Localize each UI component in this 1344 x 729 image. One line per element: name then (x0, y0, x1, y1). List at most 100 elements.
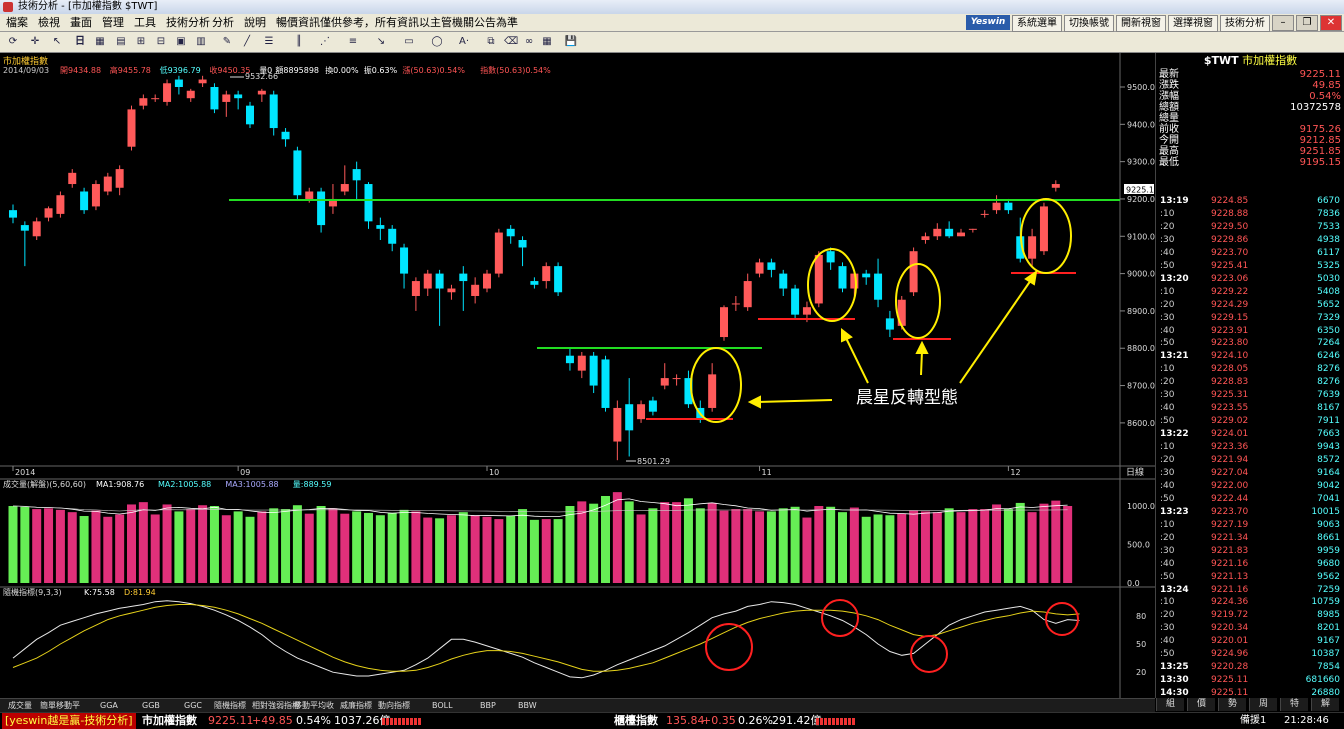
volume-bar (55, 509, 65, 583)
tab-rsi[interactable]: 相對強弱指標 (252, 699, 300, 712)
candle-body (1028, 236, 1037, 259)
tick-volume: 7259 (1317, 584, 1340, 595)
panel-icon[interactable]: ▥ (194, 35, 208, 49)
copy-icon[interactable]: ⧉ (484, 35, 498, 49)
draw-icon[interactable]: ✎ (220, 35, 234, 49)
minimize-icon[interactable]: – (1272, 15, 1294, 31)
text-tool[interactable]: A· (456, 35, 472, 49)
period-select[interactable]: 日 (72, 35, 88, 49)
tick-row: :50 9225.41 5325 (1156, 260, 1342, 272)
tab-sma[interactable]: 簡單移動平 (40, 699, 80, 712)
ellipse-icon[interactable]: ◯ (430, 35, 444, 49)
menu-manage[interactable]: 管理 (100, 14, 126, 31)
rect-icon[interactable]: ▭ (402, 35, 416, 49)
tab-gga[interactable]: GGA (100, 699, 118, 712)
new-window-button[interactable]: 開新視窗 (1116, 15, 1166, 32)
tick-row: :20 9228.83 8276 (1156, 376, 1342, 388)
volume-bar (624, 501, 634, 583)
crosshair-icon[interactable]: ✛ (28, 35, 42, 49)
tab-williams[interactable]: 威廉指標 (340, 699, 372, 712)
volume-bar (470, 515, 480, 583)
quote-tab[interactable]: 特 (1280, 698, 1308, 711)
tab-dmi[interactable]: 動向指標 (378, 699, 410, 712)
erase-icon[interactable]: ⌫ (504, 35, 518, 49)
tab-bbp[interactable]: BBP (480, 699, 496, 712)
quote-tab[interactable]: 價 (1187, 698, 1215, 711)
fan-icon[interactable]: ⋰ (318, 35, 332, 49)
grid-icon[interactable]: ▦ (540, 35, 554, 49)
tab-volume[interactable]: 成交量 (8, 699, 32, 712)
vline-icon[interactable]: ║ (292, 35, 306, 49)
tab-bbw[interactable]: BBW (518, 699, 537, 712)
price-tag: 9225.1 (1126, 186, 1154, 195)
select-window-button[interactable]: 選擇視窗 (1168, 15, 1218, 32)
menu-disclaimer: 暢價資訊僅供參考，所有資訊以主管機關公告為準 (276, 16, 518, 29)
color-icon[interactable]: ▦ (92, 35, 108, 49)
tick-volume: 8201 (1317, 623, 1340, 634)
quote-value: 9251.85 (1299, 146, 1341, 157)
tick-volume: 5652 (1317, 299, 1340, 310)
chart-area[interactable]: 市加權指數 2014/09/03 開9434.88 高9455.78 低9396.7… (0, 53, 1155, 698)
close-icon[interactable]: ✕ (1320, 15, 1342, 31)
link-icon[interactable]: ∞ (522, 35, 536, 49)
tick-time: 13:30 (1160, 675, 1189, 686)
tick-row: 13:20 9223.06 5030 (1156, 273, 1342, 285)
candle-body (151, 98, 160, 100)
tab-ggb[interactable]: GGB (142, 699, 160, 712)
menu-help[interactable]: 說明 (242, 14, 268, 31)
system-menu-button[interactable]: 系統選單 (1012, 15, 1062, 32)
hline-icon[interactable]: ☰ (262, 35, 276, 49)
tab-ggc[interactable]: GGC (184, 699, 202, 712)
volume-bar (1051, 500, 1061, 583)
line-icon[interactable]: ╱ (240, 35, 254, 49)
layout-icon[interactable]: ▤ (114, 35, 128, 49)
tab-boll[interactable]: BOLL (432, 699, 453, 712)
menu-file[interactable]: 檔案 (4, 14, 30, 31)
quote-value: 9195.15 (1299, 157, 1341, 168)
candle-body (862, 273, 871, 278)
menu-screen[interactable]: 畫面 (68, 14, 94, 31)
switch-account-button[interactable]: 切換帳號 (1064, 15, 1114, 32)
tick-time: :40 (1160, 403, 1175, 414)
quote-tab[interactable]: 組 (1156, 698, 1184, 711)
restore-icon[interactable]: ❐ (1296, 15, 1318, 31)
ohlc-field: 換0.00% (325, 65, 359, 75)
tick-row: :40 9221.16 9680 (1156, 558, 1342, 570)
candle-body (577, 355, 586, 371)
refresh-icon[interactable]: ⟳ (6, 35, 20, 49)
window-icon[interactable]: ▣ (174, 35, 188, 49)
menu-technical[interactable]: 技術分析 (164, 14, 212, 31)
tick-time: :20 (1160, 455, 1175, 465)
volume-bar (458, 512, 468, 583)
channel-icon[interactable]: ≡ (346, 35, 360, 49)
tick-price: 9229.02 (1211, 416, 1249, 427)
cursor-icon[interactable]: ↖ (50, 35, 64, 49)
candle-body (198, 79, 207, 84)
menu-analysis[interactable]: 分析 (210, 14, 236, 31)
tick-price: 9229.86 (1211, 234, 1249, 245)
save-icon[interactable]: 💾 (564, 35, 578, 49)
candle-body (1039, 206, 1048, 252)
zoom-out-icon[interactable]: ⊟ (154, 35, 168, 49)
volume-bar (944, 508, 954, 583)
tab-mac[interactable]: 移動平均收 (294, 699, 334, 712)
tick-row: :10 9229.22 5408 (1156, 286, 1342, 298)
tab-kd[interactable]: 隨機指標 (214, 699, 246, 712)
arrow-icon[interactable]: ↘ (374, 35, 388, 49)
tick-volume: 7836 (1317, 208, 1340, 219)
technical-analysis-button[interactable]: 技術分析 (1220, 15, 1270, 32)
quote-tab[interactable]: 解 (1311, 698, 1339, 711)
candle-body (411, 281, 420, 296)
candle-body (814, 254, 823, 304)
menu-tools[interactable]: 工具 (132, 14, 158, 31)
volume-bar (719, 510, 729, 583)
zoom-in-icon[interactable]: ⊞ (134, 35, 148, 49)
volume-bar (553, 519, 563, 583)
tick-time: :50 (1160, 493, 1175, 504)
tick-time: :10 (1160, 519, 1175, 530)
quote-label: 漲幅 (1159, 91, 1179, 102)
quote-tab[interactable]: 勢 (1218, 698, 1246, 711)
menu-view[interactable]: 檢視 (36, 14, 62, 31)
quote-tab[interactable]: 周 (1249, 698, 1277, 711)
price-tick: 8700.0 (1127, 382, 1155, 391)
